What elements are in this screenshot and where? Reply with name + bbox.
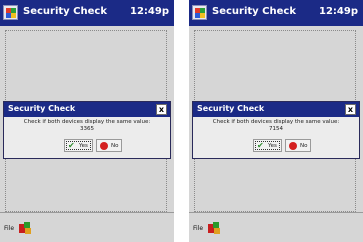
file-menu[interactable]: File bbox=[193, 225, 203, 232]
title-bar: Security Check 12:49p bbox=[0, 0, 174, 26]
dialog-message: Check if both devices display the same v… bbox=[23, 119, 151, 125]
title-bar: Security Check 12:49p bbox=[189, 0, 363, 26]
security-check-dialog: Security Check x Check if both devices d… bbox=[3, 101, 171, 159]
yes-button[interactable]: ✔ Yes bbox=[64, 139, 93, 152]
dialog-message: Check if both devices display the same v… bbox=[212, 119, 340, 125]
dialog-value: 3365 bbox=[80, 126, 94, 132]
dialog-value: 7154 bbox=[269, 126, 283, 132]
clock[interactable]: 12:49p bbox=[319, 6, 358, 17]
menu-bar: File bbox=[189, 212, 363, 242]
check-icon: ✔ bbox=[257, 141, 264, 150]
program-icon[interactable] bbox=[207, 221, 221, 235]
no-button[interactable]: No bbox=[96, 139, 122, 152]
window-title: Security Check bbox=[23, 6, 107, 17]
dialog-title: Security Check bbox=[197, 104, 265, 113]
close-icon[interactable]: x bbox=[345, 104, 356, 115]
dialog-title: Security Check bbox=[8, 104, 76, 113]
program-icon[interactable] bbox=[18, 221, 32, 235]
file-menu[interactable]: File bbox=[4, 225, 14, 232]
windows-flag-icon[interactable] bbox=[192, 5, 207, 20]
dialog-title-bar: Security Check x bbox=[4, 102, 170, 117]
close-icon[interactable]: x bbox=[156, 104, 167, 115]
no-entry-icon bbox=[289, 142, 297, 150]
yes-button[interactable]: ✔ Yes bbox=[253, 139, 282, 152]
no-entry-icon bbox=[100, 142, 108, 150]
dialog-title-bar: Security Check x bbox=[193, 102, 359, 117]
windows-flag-icon[interactable] bbox=[3, 5, 18, 20]
no-button-label: No bbox=[111, 143, 119, 149]
yes-button-label: Yes bbox=[268, 143, 277, 149]
yes-button-label: Yes bbox=[79, 143, 88, 149]
screen-divider bbox=[176, 0, 187, 242]
security-check-dialog: Security Check x Check if both devices d… bbox=[192, 101, 360, 159]
clock[interactable]: 12:49p bbox=[130, 6, 169, 17]
device-screen-left: Security Check 12:49p Security Check x C… bbox=[0, 0, 174, 242]
device-screen-right: Security Check 12:49p Security Check x C… bbox=[189, 0, 363, 242]
window-title: Security Check bbox=[212, 6, 296, 17]
no-button[interactable]: No bbox=[285, 139, 311, 152]
menu-bar: File bbox=[0, 212, 174, 242]
check-icon: ✔ bbox=[68, 141, 75, 150]
no-button-label: No bbox=[300, 143, 308, 149]
